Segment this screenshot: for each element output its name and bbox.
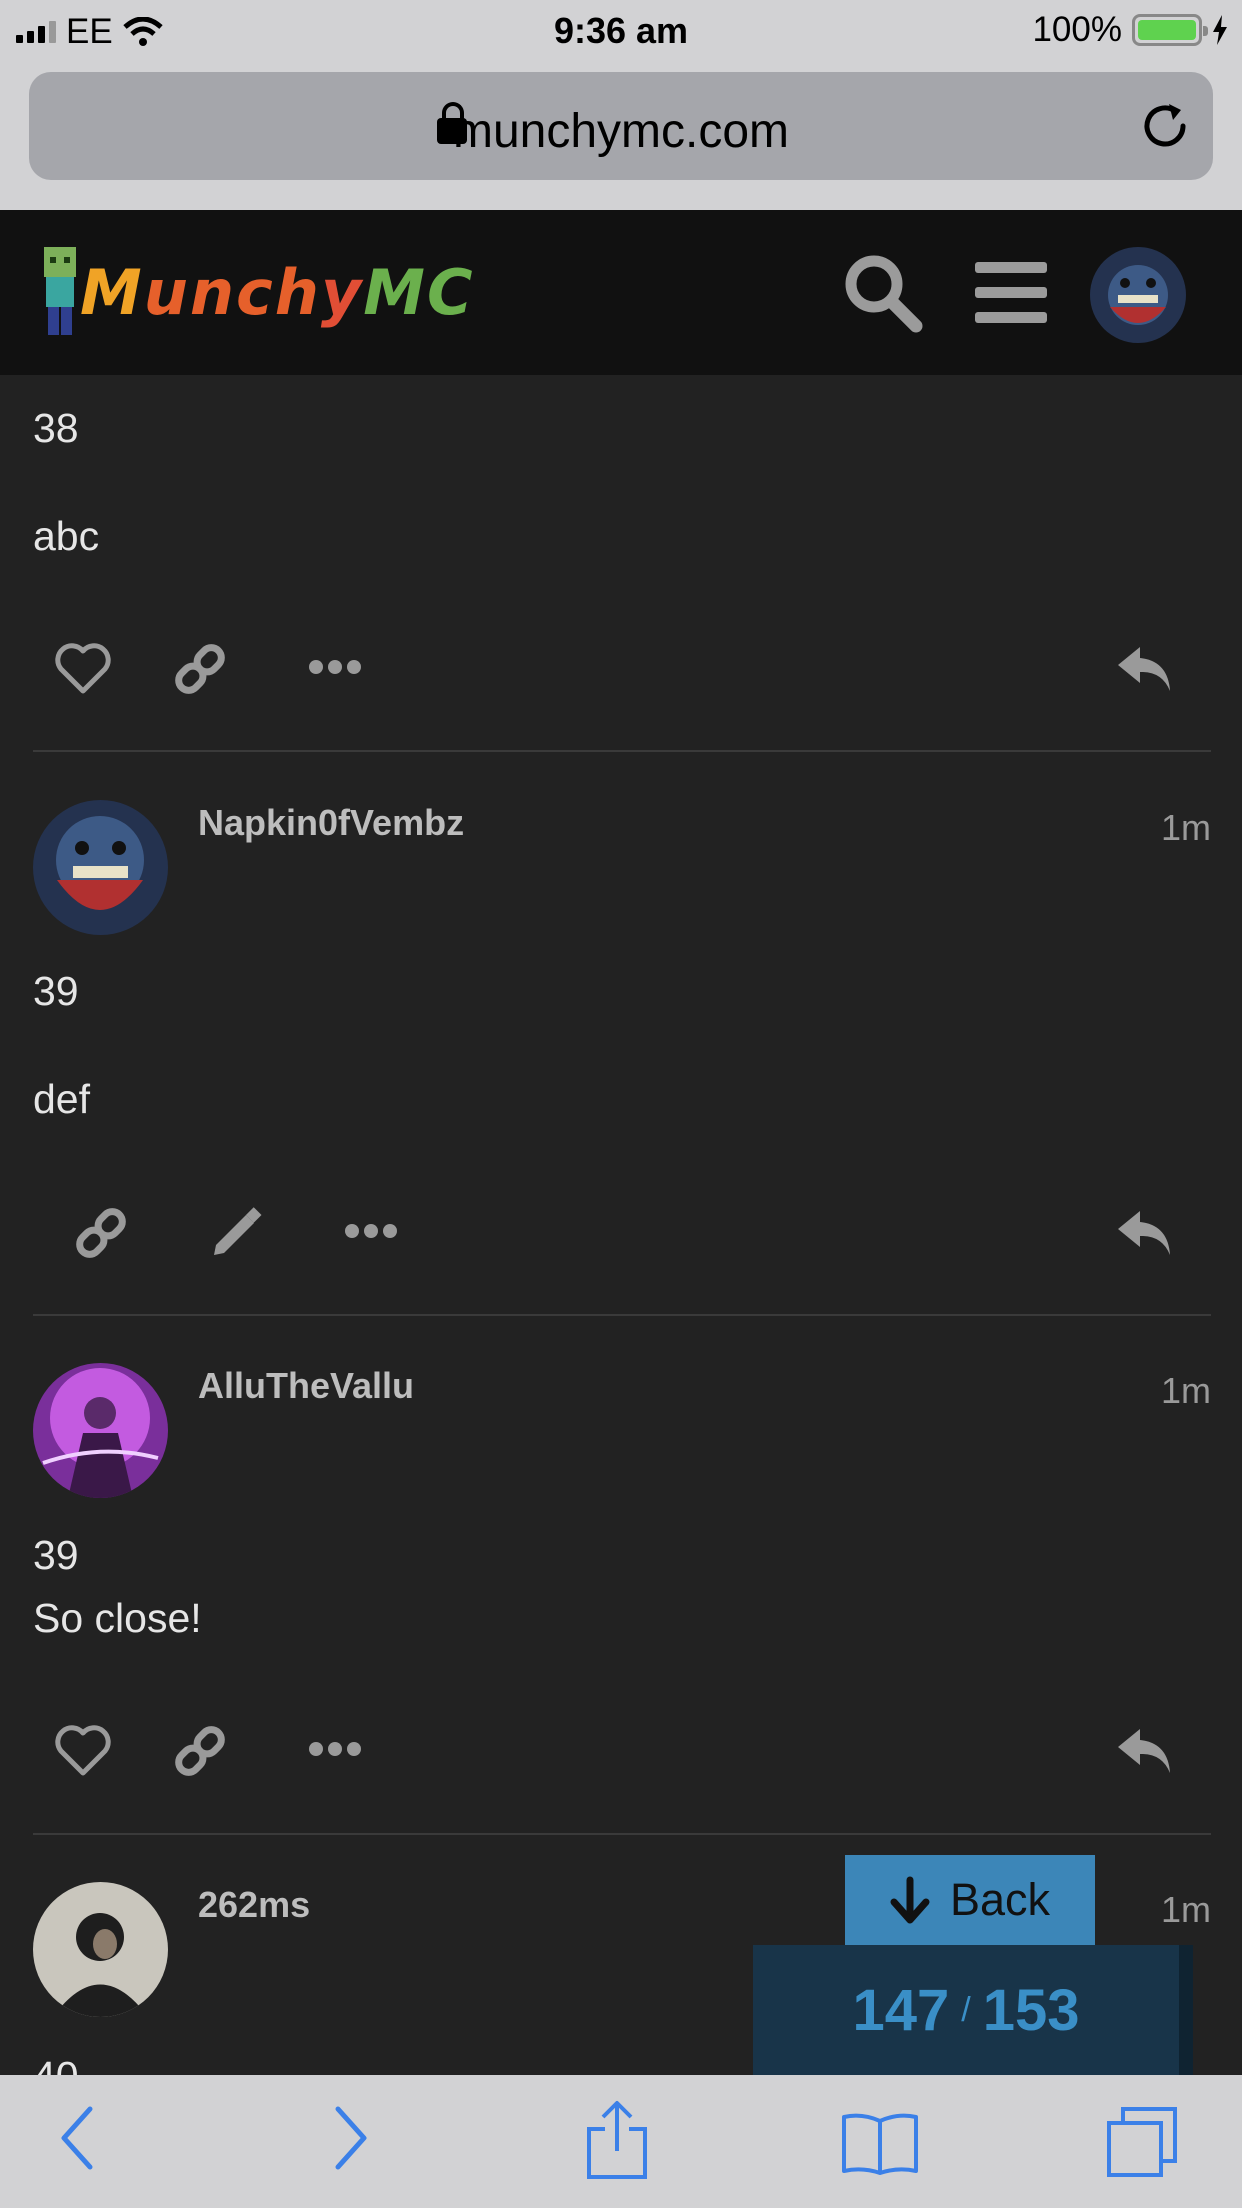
arrow-down-icon <box>890 1876 930 1924</box>
hamburger-menu-icon[interactable] <box>975 260 1047 324</box>
timeline-back-button[interactable]: Back <box>845 1855 1095 1945</box>
post-time[interactable]: 1m <box>1161 1370 1211 1412</box>
post-text: So close! <box>33 1595 202 1641</box>
status-bar: EE 9:36 am 100% <box>0 0 1242 62</box>
post-divider <box>33 1833 1211 1835</box>
reply-icon[interactable] <box>1116 643 1174 693</box>
logo-text: MunchyMC <box>80 255 475 329</box>
post-divider <box>33 1314 1211 1316</box>
progress-current: 147 <box>852 1977 950 2043</box>
user-avatar[interactable] <box>1090 247 1186 343</box>
reply-icon[interactable] <box>1116 1725 1174 1775</box>
like-heart-icon[interactable] <box>55 643 111 695</box>
zombie-mascot-icon <box>44 247 76 335</box>
link-icon[interactable] <box>73 1205 129 1261</box>
like-heart-icon[interactable] <box>55 1725 111 1777</box>
edit-pencil-icon[interactable] <box>208 1205 264 1261</box>
post-text: abc <box>33 513 100 559</box>
share-icon[interactable] <box>585 2099 649 2181</box>
site-header: MunchyMC <box>0 210 1242 375</box>
post-text: def <box>33 1076 90 1122</box>
browser-toolbar <box>0 2075 1242 2208</box>
post-username[interactable]: Napkin0fVembz <box>198 802 464 844</box>
post-username[interactable]: AlluTheVallu <box>198 1365 414 1407</box>
tabs-icon[interactable] <box>1105 2105 1181 2181</box>
avatar[interactable] <box>33 1363 168 1498</box>
post-time[interactable]: 1m <box>1161 807 1211 849</box>
avatar[interactable] <box>33 1882 168 2017</box>
progress-total: 153 <box>982 1977 1080 2043</box>
battery-percent: 100% <box>1032 10 1122 49</box>
bookmarks-icon[interactable] <box>840 2111 920 2175</box>
topic-progress[interactable]: 147 / 153 <box>753 1945 1193 2075</box>
more-options-icon[interactable] <box>308 1740 362 1758</box>
address-bar[interactable]: munchymc.com <box>29 72 1213 180</box>
forward-chevron-icon[interactable] <box>330 2103 370 2173</box>
post-time[interactable]: 1m <box>1161 1889 1211 1931</box>
progress-separator: / <box>961 1990 971 2029</box>
reload-icon[interactable] <box>1139 100 1191 152</box>
link-icon[interactable] <box>172 1723 228 1779</box>
post-text: 39 <box>33 1532 79 1578</box>
more-options-icon[interactable] <box>308 658 362 676</box>
post-username[interactable]: 262ms <box>198 1884 310 1926</box>
link-icon[interactable] <box>172 641 228 697</box>
browser-address-area: munchymc.com <box>0 62 1242 210</box>
back-chevron-icon[interactable] <box>58 2103 98 2173</box>
post-text: 38 <box>33 405 79 451</box>
avatar[interactable] <box>33 800 168 935</box>
charging-icon <box>1213 15 1227 45</box>
reply-icon[interactable] <box>1116 1207 1174 1257</box>
more-options-icon[interactable] <box>344 1222 398 1240</box>
battery-icon <box>1132 14 1208 46</box>
post-divider <box>33 750 1211 752</box>
back-label: Back <box>949 1874 1051 1925</box>
search-icon[interactable] <box>840 250 924 334</box>
post-text: 39 <box>33 968 79 1014</box>
site-logo[interactable]: MunchyMC <box>40 245 475 339</box>
url-text: munchymc.com <box>452 105 790 158</box>
